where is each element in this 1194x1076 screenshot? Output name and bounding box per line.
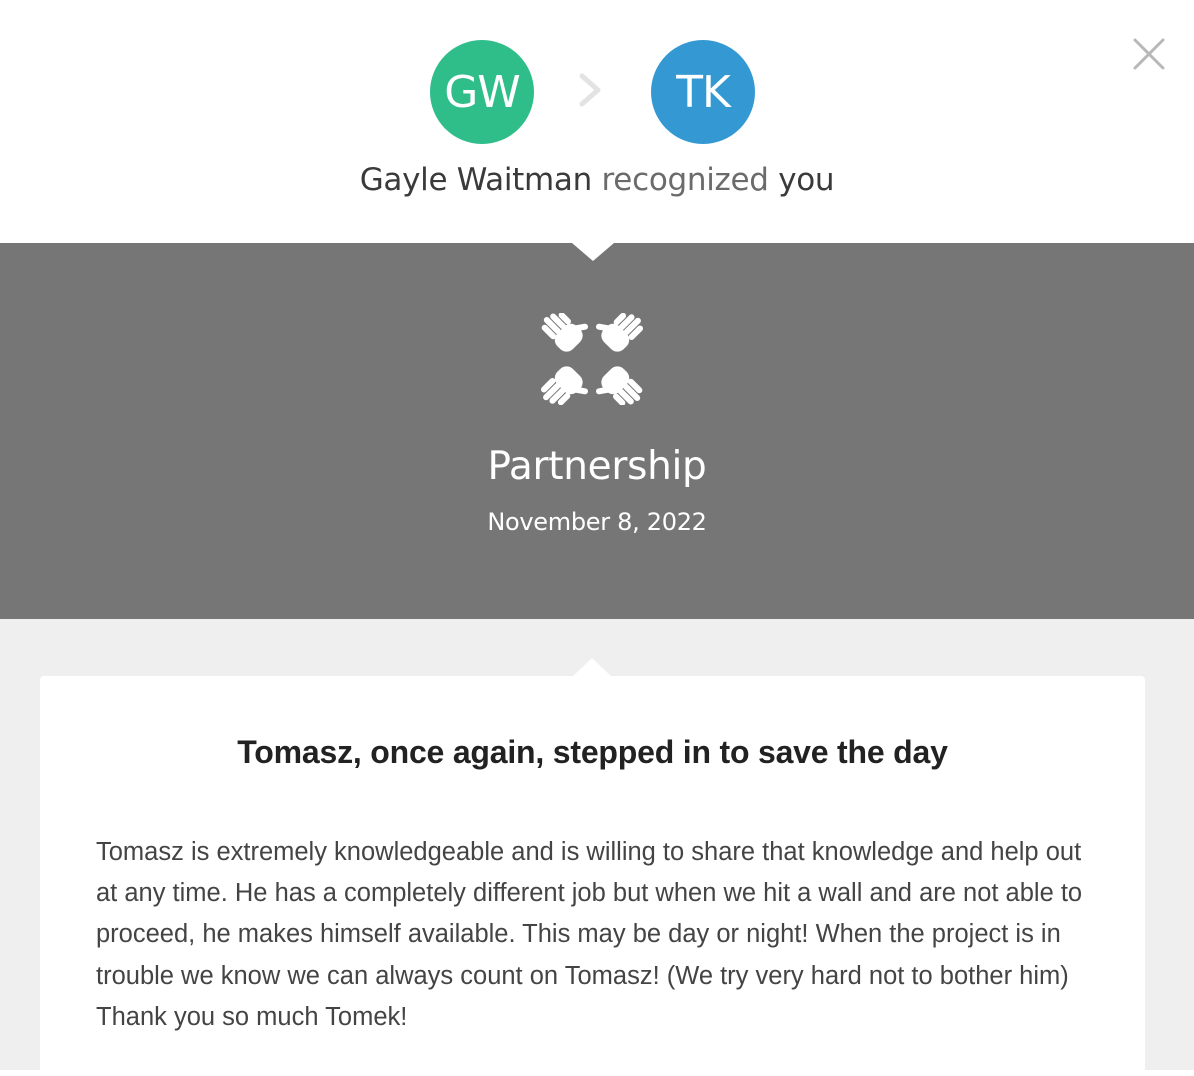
close-icon[interactable] bbox=[1131, 36, 1167, 72]
giver-avatar[interactable]: GW bbox=[430, 40, 534, 144]
recognition-verb: recognized bbox=[601, 162, 769, 198]
award-banner bbox=[0, 243, 1194, 619]
message-title: Tomasz, once again, stepped in to save t… bbox=[237, 734, 948, 770]
recognition-summary: Gayle Waitman recognized you bbox=[0, 162, 1194, 198]
message-card-pointer bbox=[572, 658, 612, 677]
award-title: Partnership bbox=[487, 444, 707, 489]
receiver-avatar[interactable]: TK bbox=[651, 40, 755, 144]
chevron-right-icon bbox=[579, 73, 601, 107]
recipient-label: you bbox=[778, 162, 835, 198]
partnership-hands-icon bbox=[540, 313, 644, 405]
award-date: November 8, 2022 bbox=[487, 508, 707, 536]
message-body: Tomasz is extremely knowledgeable and is… bbox=[96, 838, 1083, 1031]
giver-initials: GW bbox=[444, 66, 521, 118]
giver-name-link[interactable]: Gayle Waitman bbox=[360, 162, 593, 198]
header-pointer bbox=[572, 243, 614, 261]
recognition-header: GW TK Gayle Waitman recognized you bbox=[0, 0, 1194, 243]
receiver-initials: TK bbox=[676, 66, 731, 118]
